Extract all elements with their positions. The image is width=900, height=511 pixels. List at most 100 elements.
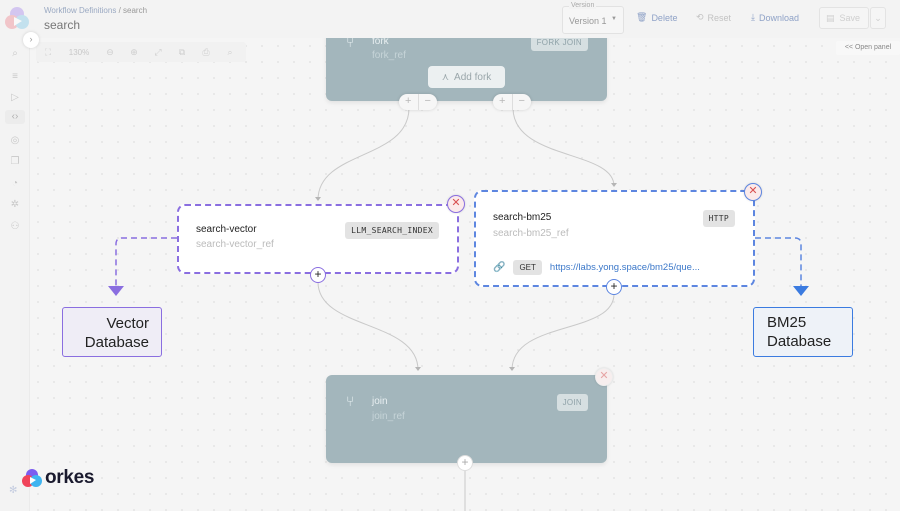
- add-task-after-icon[interactable]: +: [310, 267, 326, 283]
- version-select[interactable]: Version Version 1 ▼: [562, 2, 624, 34]
- brand-logo: orkes: [22, 467, 95, 489]
- list-play-icon[interactable]: ≡: [8, 70, 22, 84]
- bm25-database-box: BM25 Database: [753, 307, 853, 357]
- version-label: Version: [569, 2, 597, 9]
- db-label-line1: BM25: [767, 314, 807, 331]
- api-icon[interactable]: ✲: [8, 198, 22, 212]
- edge-vector-to-db: [115, 237, 177, 286]
- edge-bm25-to-join: [511, 293, 615, 371]
- breadcrumb-workflow-definitions[interactable]: Workflow Definitions: [44, 6, 116, 15]
- add-task-button[interactable]: +: [399, 94, 419, 110]
- save-button[interactable]: ▤ Save: [819, 7, 869, 29]
- arrow-vector-db: [108, 286, 124, 296]
- task-ref: search-vector_ref: [196, 239, 274, 250]
- add-fork-button[interactable]: ⋏ Add fork: [428, 66, 505, 88]
- arrow-join-left: [415, 367, 421, 371]
- fork-branch-2-controls: + −: [493, 94, 531, 110]
- copy-icon[interactable]: ❐: [8, 155, 22, 169]
- hierarchy-icon[interactable]: ⚇: [8, 220, 22, 234]
- add-fork-label: Add fork: [454, 71, 492, 83]
- breadcrumb: Workflow Definitions / search: [44, 6, 147, 15]
- dependency-icon[interactable]: ◔: [8, 177, 22, 191]
- reset-button[interactable]: ⟲ Reset: [696, 12, 731, 23]
- zoom-out-icon[interactable]: ⊖: [98, 47, 122, 58]
- zoom-level: 130%: [68, 47, 90, 57]
- add-task-after-icon[interactable]: +: [457, 455, 473, 471]
- edge-vector-to-join: [317, 281, 419, 371]
- search-canvas-icon[interactable]: ⌕: [218, 47, 242, 58]
- split-icon: ⋏: [441, 71, 450, 83]
- chevron-down-circle-icon: ⌄: [874, 12, 882, 23]
- save-options-button[interactable]: ⌄: [870, 7, 886, 29]
- copy-image-icon[interactable]: ⧉: [170, 47, 194, 58]
- print-icon[interactable]: ⎙: [194, 47, 218, 58]
- delete-label: Delete: [651, 12, 678, 23]
- remove-task-icon[interactable]: ✕: [744, 183, 762, 201]
- remove-branch-button[interactable]: −: [419, 94, 438, 110]
- db-label-line1: Vector: [106, 315, 149, 332]
- arrow-join-right: [509, 367, 515, 371]
- fork-node-ref: fork_ref: [372, 50, 406, 61]
- breadcrumb-separator: /: [118, 6, 121, 15]
- edge-fork-to-bm25: [512, 107, 615, 187]
- edge-bm25-to-db: [755, 237, 802, 286]
- db-label-line2: Database: [84, 334, 149, 351]
- save-icon: ▤: [826, 12, 835, 23]
- task-ref: search-bm25_ref: [493, 228, 569, 239]
- code-icon[interactable]: ‹›: [5, 110, 25, 124]
- task-type-badge: HTTP: [702, 210, 735, 227]
- http-request-row: 🔗 GET https://labs.yong.space/bm25/que..…: [493, 260, 700, 275]
- add-task-button[interactable]: +: [493, 94, 513, 110]
- download-label: Download: [758, 12, 800, 23]
- fit-screen-icon[interactable]: ⤢: [146, 47, 170, 58]
- http-method-badge: GET: [513, 260, 542, 275]
- join-node-type-badge: JOIN: [556, 394, 588, 411]
- vector-database-box: Vector Database: [62, 307, 162, 357]
- run-icon[interactable]: ▷: [8, 91, 22, 105]
- search-icon[interactable]: ⌕: [8, 47, 22, 61]
- canvas-toolbar: ⛶ 130% ⊖ ⊕ ⤢ ⧉ ⎙ ⌕: [36, 42, 246, 62]
- task-name: search-bm25: [493, 212, 552, 223]
- version-value: Version 1: [569, 16, 607, 26]
- header-bar: Workflow Definitions / search search Ver…: [0, 0, 900, 38]
- trash-icon: 🗑: [636, 12, 648, 22]
- download-button[interactable]: ⤓ Download: [751, 12, 799, 23]
- remove-task-icon[interactable]: ✕: [447, 195, 465, 213]
- chevron-down-icon: ▼: [611, 16, 617, 22]
- fork-branch-1-controls: + −: [399, 94, 437, 110]
- search-vector-node[interactable]: search-vector search-vector_ref LLM_SEAR…: [177, 204, 459, 274]
- add-task-after-icon[interactable]: +: [606, 279, 622, 295]
- db-label-line2: Database: [767, 333, 832, 350]
- arrow-bm25-db: [793, 286, 809, 296]
- orkes-logo-icon: [22, 469, 42, 487]
- arrow-vector-in: [315, 197, 321, 201]
- zoom-in-icon[interactable]: ⊕: [122, 47, 146, 58]
- fit-icon[interactable]: ⛶: [36, 47, 60, 58]
- remove-branch-button[interactable]: −: [513, 94, 532, 110]
- save-label: Save: [839, 13, 861, 23]
- join-node-ref: join_ref: [372, 411, 405, 422]
- task-type-badge: LLM_SEARCH_INDEX: [345, 222, 439, 239]
- edge-fork-to-vector: [317, 107, 410, 201]
- reset-label: Reset: [707, 12, 732, 23]
- task-name: search-vector: [196, 224, 257, 235]
- page-title: search: [44, 18, 81, 32]
- reset-icon: ⟲: [696, 12, 704, 22]
- link-icon: 🔗: [493, 262, 506, 273]
- join-icon: ⑂: [346, 393, 355, 409]
- join-node[interactable]: ⑂ join join_ref JOIN: [326, 375, 607, 463]
- task-icon[interactable]: ◎: [8, 134, 22, 148]
- app-logo-icon[interactable]: [4, 6, 30, 32]
- breadcrumb-current: search: [123, 6, 148, 15]
- delete-button[interactable]: 🗑 Delete: [636, 12, 677, 23]
- search-bm25-node[interactable]: search-bm25 search-bm25_ref HTTP 🔗 GET h…: [474, 190, 755, 287]
- download-icon: ⤓: [751, 12, 755, 22]
- arrow-bm25-in: [611, 183, 617, 187]
- http-url[interactable]: https://labs.yong.space/bm25/que...: [550, 262, 700, 273]
- remove-task-icon[interactable]: ✕: [595, 368, 613, 386]
- settings-icon[interactable]: ✻: [9, 485, 17, 496]
- left-sidebar: ⌕ ≡ ▷ ‹› ◎ ❐ ◔ ✲ ⚇: [0, 38, 30, 511]
- join-node-name: join: [372, 396, 388, 407]
- open-panel-button[interactable]: << Open panel: [836, 41, 900, 55]
- expand-sidebar-button[interactable]: ›: [23, 32, 39, 48]
